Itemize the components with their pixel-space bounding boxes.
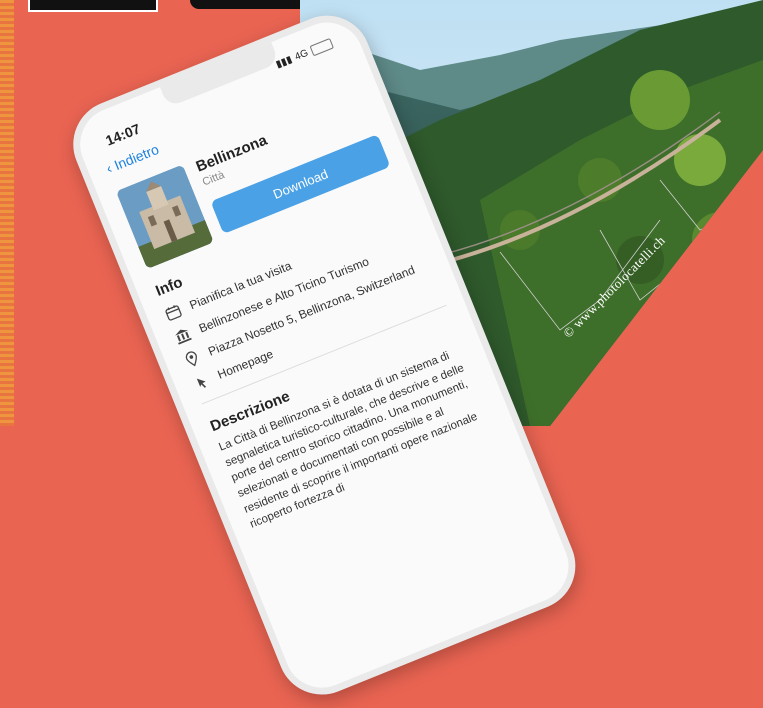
network-label: 4G [293, 47, 310, 63]
museum-icon [172, 325, 193, 346]
logo [28, 0, 158, 12]
calendar-icon [163, 302, 184, 323]
battery-icon [309, 37, 335, 57]
signal-icon: ▮▮▮ [274, 54, 294, 71]
place-thumbnail [115, 164, 214, 270]
status-time: 14:07 [103, 120, 143, 149]
location-pin-icon [182, 348, 203, 369]
cursor-icon [191, 372, 212, 393]
decorative-stripe [0, 0, 14, 426]
